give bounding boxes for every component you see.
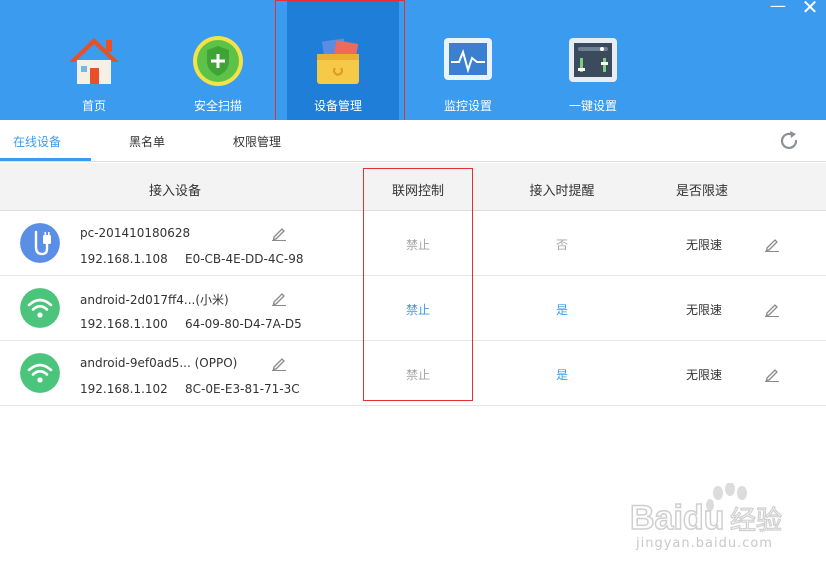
device-ip: 192.168.1.102 [80,382,168,396]
house-icon [69,38,119,84]
device-mac: E0-CB-4E-DD-4C-98 [185,252,304,266]
connect-notify-toggle[interactable]: 是 [500,301,624,318]
highlight-box-device-management [275,0,405,128]
highlight-box-net-control [363,168,473,401]
minimize-button[interactable]: — [766,0,790,14]
active-tab-underline [0,158,91,161]
nav-item-security-scan[interactable]: 安全扫描 [163,0,273,120]
tab-blacklist[interactable]: 黑名单 [129,133,165,150]
pencil-icon[interactable] [764,301,780,317]
speed-limit-value: 无限速 [685,303,722,317]
device-name: android-9ef0ad5... (OPPO) [80,356,238,370]
pencil-icon[interactable] [271,355,287,371]
watermark-url: jingyan.baidu.com [636,536,773,551]
close-button[interactable]: ✕ [798,0,822,17]
device-mac: 64-09-80-D4-7A-D5 [185,317,302,331]
device-ip: 192.168.1.100 [80,317,168,331]
router-settings-icon [569,38,617,82]
pencil-icon[interactable] [764,236,780,252]
wifi-icon [20,288,60,328]
nav-label-home: 首页 [81,99,106,113]
nav-item-monitor-settings[interactable]: 监控设置 [413,0,523,120]
nav-item-home[interactable]: 首页 [39,0,149,120]
device-name: pc-201410180628 [80,226,191,240]
device-mac: 8C-0E-E3-81-71-3C [185,382,300,396]
header-connected-device: 接入设备 [148,184,201,199]
device-ip: 192.168.1.108 [80,252,168,266]
header-speed-limit: 是否限速 [675,184,728,199]
svg-text:Baidu: Baidu [630,499,724,537]
pencil-icon[interactable] [764,366,780,382]
speed-limit-value: 无限速 [685,368,722,382]
nav-item-one-key-settings[interactable]: 一键设置 [538,0,648,120]
tab-permission-management[interactable]: 权限管理 [233,133,281,150]
monitor-chart-icon [444,38,492,80]
header-connect-notify: 接入时提醒 [529,184,595,199]
speed-limit-value: 无限速 [685,238,722,252]
wifi-icon [20,353,60,393]
tab-online-devices[interactable]: 在线设备 [13,133,61,150]
connect-notify-toggle[interactable]: 否 [500,236,624,253]
subtab-bar: 在线设备 黑名单 权限管理 [0,120,826,162]
usb-plug-icon [20,223,60,263]
shield-icon [193,36,243,86]
connect-notify-toggle[interactable]: 是 [500,366,624,383]
device-name: android-2d017ff4...(小米) [80,293,229,307]
svg-text:经验: 经验 [730,506,782,536]
nav-label-one-key-settings: 一键设置 [568,99,617,113]
pencil-icon[interactable] [271,290,287,306]
router-app-window: — ✕ 首页 安全扫描 设备管理 监控设置 一键设置 在线设备 黑名单 权限管理… [0,0,826,573]
pencil-icon[interactable] [271,225,287,241]
top-navigation-bar: — ✕ 首页 安全扫描 设备管理 监控设置 一键设置 [0,0,826,120]
nav-label-monitor-settings: 监控设置 [443,99,492,113]
refresh-icon[interactable] [778,130,800,152]
nav-label-security-scan: 安全扫描 [193,99,242,113]
